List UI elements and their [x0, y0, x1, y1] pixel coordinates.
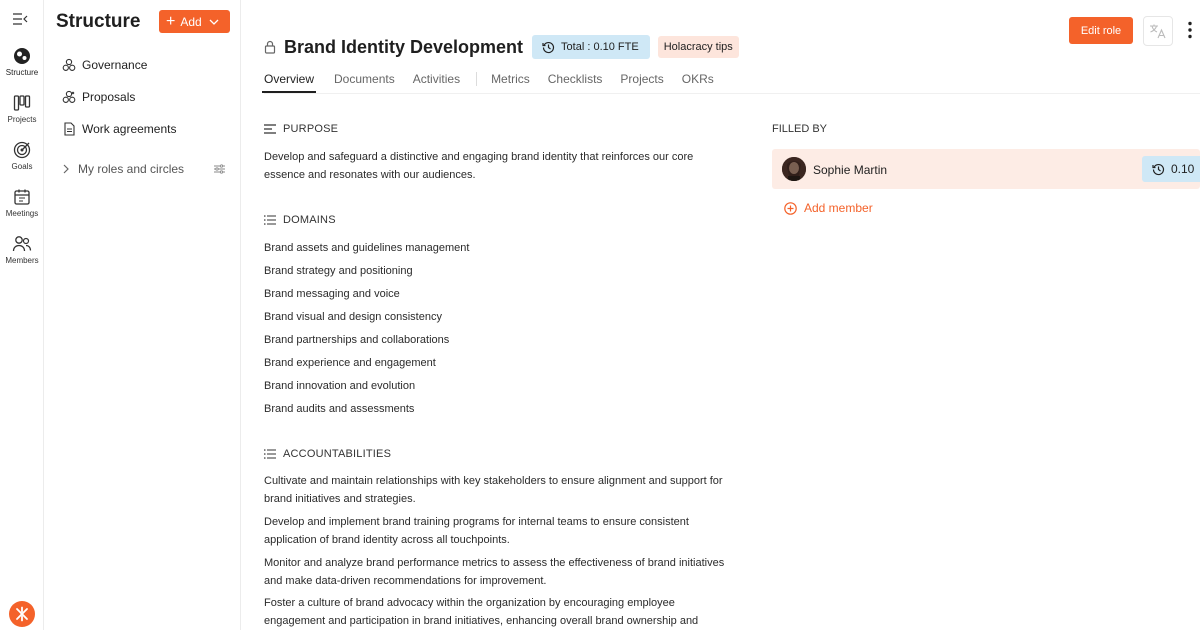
my-roles-toggle[interactable]: My roles and circles [62, 162, 225, 176]
add-circle-icon [784, 201, 797, 215]
text-align-icon [264, 124, 276, 134]
list-icon [264, 449, 276, 459]
edit-role-button[interactable]: Edit role [1069, 17, 1133, 44]
rail-label: Meetings [5, 209, 39, 218]
collapse-menu-icon[interactable] [12, 12, 32, 32]
total-fte-label: Total : 0.10 FTE [561, 41, 639, 53]
goals-icon [13, 141, 31, 159]
tab-projects[interactable]: Projects [620, 69, 663, 93]
structure-panel: Structure + Add Governance Proposals Wor… [45, 0, 241, 630]
translate-button[interactable] [1143, 16, 1173, 46]
rail-label: Goals [11, 162, 33, 171]
holacracy-tips-label: Holacracy tips [663, 41, 733, 53]
member-fte-value: 0.10 [1171, 162, 1195, 176]
nav-item-label: Governance [82, 58, 148, 72]
rail-label: Members [5, 256, 39, 265]
member-fte-badge[interactable]: 0.10 [1142, 156, 1200, 182]
icon-rail: Structure Projects Goals Meetings Member… [0, 0, 44, 630]
domain-item: Brand audits and assessments [264, 403, 415, 415]
nav-item-work-agreements[interactable]: Work agreements [62, 122, 176, 136]
add-member-label: Add member [804, 201, 873, 215]
history-clock-icon [1152, 163, 1165, 175]
tab-divider [476, 72, 478, 86]
filled-by-heading: FILLED BY [772, 123, 828, 135]
accountability-item: Develop and implement brand training pro… [264, 516, 689, 546]
chevron-down-icon [209, 19, 219, 25]
tabs-divider [264, 93, 1200, 94]
tab-checklists[interactable]: Checklists [548, 69, 603, 93]
holaspirit-logo-icon [16, 606, 28, 622]
list-icon [264, 215, 276, 225]
domain-item: Brand messaging and voice [264, 288, 400, 300]
role-tabs: Overview Documents Activities Metrics Ch… [262, 69, 732, 93]
nav-item-governance[interactable]: Governance [62, 58, 147, 72]
purpose-text: Develop and safeguard a distinctive and … [264, 151, 694, 181]
tab-okrs[interactable]: OKRs [682, 69, 714, 93]
role-detail: Brand Identity Development Total : 0.10 … [242, 0, 1200, 630]
member-name[interactable]: Sophie Martin [813, 163, 887, 177]
domain-item: Brand innovation and evolution [264, 380, 416, 392]
rail-label: Structure [5, 68, 39, 77]
more-options-button[interactable] [1188, 21, 1196, 41]
filter-sliders-icon[interactable] [214, 164, 225, 174]
domains-heading-label: DOMAINS [283, 214, 336, 226]
nav-item-label: Proposals [82, 90, 136, 104]
add-member-button[interactable]: Add member [784, 201, 873, 215]
tab-documents[interactable]: Documents [334, 69, 395, 93]
app-logo[interactable] [9, 601, 35, 627]
tab-overview[interactable]: Overview [262, 69, 317, 93]
projects-icon [13, 95, 31, 111]
nav-item-label: Work agreements [82, 122, 177, 136]
structure-icon [14, 48, 30, 64]
domain-item: Brand partnerships and collaborations [264, 334, 450, 346]
governance-icon [62, 58, 76, 71]
role-header: Brand Identity Development Total : 0.10 … [264, 35, 739, 59]
rail-item-structure[interactable]: Structure [0, 47, 44, 77]
rail-item-goals[interactable]: Goals [0, 141, 44, 171]
proposals-icon [62, 90, 76, 103]
rail-label: Projects [7, 115, 37, 124]
accountability-item: Monitor and analyze brand performance me… [264, 557, 725, 587]
members-icon [12, 236, 32, 252]
chevron-right-icon [63, 164, 69, 174]
avatar [782, 157, 806, 181]
history-clock-icon [542, 41, 555, 53]
tab-activities[interactable]: Activities [413, 69, 460, 93]
meetings-icon [14, 189, 30, 205]
member-row[interactable]: Sophie Martin 0.10 [772, 149, 1200, 189]
add-button[interactable]: + Add [159, 10, 230, 33]
accountabilities-heading-label: ACCOUNTABILITIES [283, 448, 392, 460]
add-button-label: Add [180, 14, 202, 29]
edit-role-label: Edit role [1080, 24, 1122, 37]
purpose-heading: PURPOSE [264, 123, 338, 135]
lock-icon [264, 40, 276, 54]
purpose-heading-label: PURPOSE [283, 123, 339, 135]
accountabilities-heading: ACCOUNTABILITIES [264, 448, 391, 460]
translate-icon [1150, 24, 1166, 39]
panel-title: Structure [56, 11, 141, 32]
rail-item-meetings[interactable]: Meetings [0, 188, 44, 218]
document-icon [64, 122, 75, 136]
domain-item: Brand assets and guidelines management [264, 242, 470, 254]
tab-metrics[interactable]: Metrics [491, 69, 530, 93]
nav-item-proposals[interactable]: Proposals [62, 90, 135, 104]
accountability-item: Foster a culture of brand advocacy withi… [264, 597, 699, 627]
holacracy-tips-button[interactable]: Holacracy tips [657, 36, 739, 58]
rail-item-members[interactable]: Members [0, 235, 44, 265]
plus-icon: + [166, 12, 176, 30]
domain-item: Brand visual and design consistency [264, 311, 442, 323]
domains-heading: DOMAINS [264, 214, 336, 226]
page-title: Brand Identity Development [284, 36, 524, 57]
my-roles-label: My roles and circles [78, 162, 185, 176]
accountability-item: Cultivate and maintain relationships wit… [264, 475, 723, 505]
domain-item: Brand experience and engagement [264, 357, 436, 369]
kebab-menu-icon [1188, 21, 1192, 39]
domain-item: Brand strategy and positioning [264, 265, 413, 277]
rail-item-projects[interactable]: Projects [0, 94, 44, 124]
total-fte-badge[interactable]: Total : 0.10 FTE [532, 35, 650, 59]
